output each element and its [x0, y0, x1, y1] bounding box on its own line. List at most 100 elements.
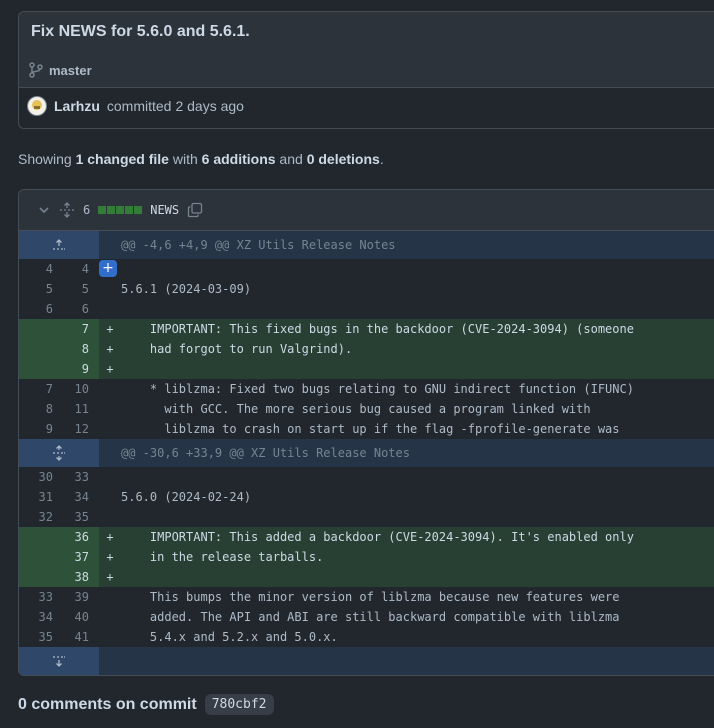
- commit-title: Fix NEWS for 5.6.0 and 5.6.1.: [31, 23, 250, 40]
- diff-line-context: 55 5.6.1 (2024-03-09): [19, 279, 714, 299]
- new-line-number[interactable]: 33: [59, 467, 99, 487]
- old-line-number[interactable]: 5: [19, 279, 59, 299]
- hunk-header-text: @@ -30,6 +33,9 @@ XZ Utils Release Notes: [121, 446, 410, 460]
- new-line-number[interactable]: 9: [59, 359, 99, 379]
- line-code: IMPORTANT: This fixed bugs in the backdo…: [121, 322, 634, 336]
- unfold-icon[interactable]: [59, 202, 75, 218]
- branch-link[interactable]: master: [29, 62, 92, 78]
- diff-sign: [99, 507, 121, 527]
- old-line-number[interactable]: 31: [19, 487, 59, 507]
- new-line-number[interactable]: 37: [59, 547, 99, 567]
- old-line-number[interactable]: 9: [19, 419, 59, 439]
- hunk-header-text: @@ -4,6 +4,9 @@ XZ Utils Release Notes: [121, 238, 396, 252]
- diff-sign: [99, 279, 121, 299]
- file-header: 6 NEWS: [19, 190, 714, 231]
- diff-sign: [99, 467, 121, 487]
- diff-sign: [99, 299, 121, 319]
- old-line-number[interactable]: [19, 547, 59, 567]
- new-line-number[interactable]: 35: [59, 507, 99, 527]
- summary-additions: 6 additions: [201, 151, 276, 167]
- old-line-number[interactable]: 35: [19, 627, 59, 647]
- line-code: with GCC. The more serious bug caused a …: [121, 402, 591, 416]
- commit-sha[interactable]: 780cbf2: [204, 694, 274, 715]
- old-line-number[interactable]: 30: [19, 467, 59, 487]
- diff-line-context: 9 12 liblzma to crash on start up if the …: [19, 419, 714, 439]
- summary-prefix: Showing: [18, 151, 76, 167]
- commit-meta: Larhzu committed 2 days ago: [27, 96, 244, 116]
- old-line-number[interactable]: [19, 359, 59, 379]
- diff-line-added: 9 +: [19, 359, 714, 379]
- diff-sign: [99, 399, 121, 419]
- new-line-number[interactable]: 34: [59, 487, 99, 507]
- new-line-number[interactable]: 11: [59, 399, 99, 419]
- author-link[interactable]: Larhzu: [54, 98, 100, 114]
- avatar[interactable]: [27, 96, 47, 116]
- old-line-number[interactable]: 32: [19, 507, 59, 527]
- diff-line-added: 36 + IMPORTANT: This added a backdoor (CV…: [19, 527, 714, 547]
- new-line-number[interactable]: 40: [59, 607, 99, 627]
- expand-down-icon[interactable]: [19, 647, 99, 675]
- diff-sign: [99, 379, 121, 399]
- copy-icon[interactable]: [187, 202, 203, 218]
- commit-time: 2 days ago: [175, 98, 244, 114]
- new-line-number[interactable]: 39: [59, 587, 99, 607]
- new-line-number[interactable]: 36: [59, 527, 99, 547]
- hunk-header: @@ -30,6 +33,9 @@ XZ Utils Release Notes: [19, 439, 714, 467]
- hunk-header: @@ -4,6 +4,9 @@ XZ Utils Release Notes: [19, 231, 714, 259]
- old-line-number[interactable]: 7: [19, 379, 59, 399]
- diff-sign: +: [106, 342, 114, 356]
- old-line-number[interactable]: 6: [19, 299, 59, 319]
- new-line-number[interactable]: 41: [59, 627, 99, 647]
- new-line-number[interactable]: 38: [59, 567, 99, 587]
- diff-line-context: 44 +: [19, 259, 714, 279]
- summary-deletions: 0 deletions: [306, 151, 380, 167]
- expand-up-icon[interactable]: [19, 231, 99, 259]
- changes-count: 6: [83, 203, 91, 217]
- old-line-number[interactable]: [19, 319, 59, 339]
- old-line-number[interactable]: 8: [19, 399, 59, 419]
- summary-files: 1 changed file: [75, 151, 169, 167]
- git-branch-icon: [29, 62, 43, 78]
- old-line-number[interactable]: 33: [19, 587, 59, 607]
- diffstat-bar: [98, 206, 143, 214]
- file-name[interactable]: NEWS: [150, 203, 179, 217]
- diff-line-context: 30 33: [19, 467, 714, 487]
- commit-box: Fix NEWS for 5.6.0 and 5.6.1. master Lar…: [18, 11, 714, 129]
- line-code: This bumps the minor version of liblzma …: [121, 590, 620, 604]
- old-line-number[interactable]: 4: [19, 259, 59, 279]
- diff-sign: +: [106, 322, 114, 336]
- diff-line-added: 37 + in the release tarballs.: [19, 547, 714, 567]
- expand-both-icon[interactable]: [19, 439, 99, 467]
- diff-rows: @@ -4,6 +4,9 @@ XZ Utils Release Notes 4 4…: [19, 231, 714, 675]
- old-line-number[interactable]: 34: [19, 607, 59, 627]
- diff-line-added: 7 + IMPORTANT: This fixed bugs in the bac…: [19, 319, 714, 339]
- new-line-number[interactable]: 10: [59, 379, 99, 399]
- new-line-number[interactable]: 5: [59, 279, 99, 299]
- summary-suffix: .: [379, 151, 384, 167]
- diff-line-added: 8 + had forgot to run Valgrind).: [19, 339, 714, 359]
- line-code: in the release tarballs.: [121, 550, 324, 564]
- diff-sign: [99, 627, 121, 647]
- old-line-number[interactable]: [19, 339, 59, 359]
- diff-sign: [99, 607, 121, 627]
- new-line-number[interactable]: 12: [59, 419, 99, 439]
- line-code: * liblzma: Fixed two bugs relating to GN…: [121, 382, 634, 396]
- old-line-number[interactable]: [19, 567, 59, 587]
- summary-with: with: [168, 151, 202, 167]
- chevron-down-icon[interactable]: [37, 203, 51, 217]
- branch-name: master: [49, 62, 92, 78]
- new-line-number[interactable]: 6: [59, 299, 99, 319]
- line-code: 5.6.0 (2024-02-24): [121, 490, 252, 504]
- new-line-number[interactable]: 4: [59, 259, 99, 279]
- new-line-number[interactable]: 7: [59, 319, 99, 339]
- new-line-number[interactable]: 8: [59, 339, 99, 359]
- old-line-number[interactable]: [19, 527, 59, 547]
- line-code: had forgot to run Valgrind).: [121, 342, 353, 356]
- comments-heading: 0 comments on commit 780cbf2: [18, 694, 274, 715]
- add-comment-button[interactable]: +: [99, 260, 117, 277]
